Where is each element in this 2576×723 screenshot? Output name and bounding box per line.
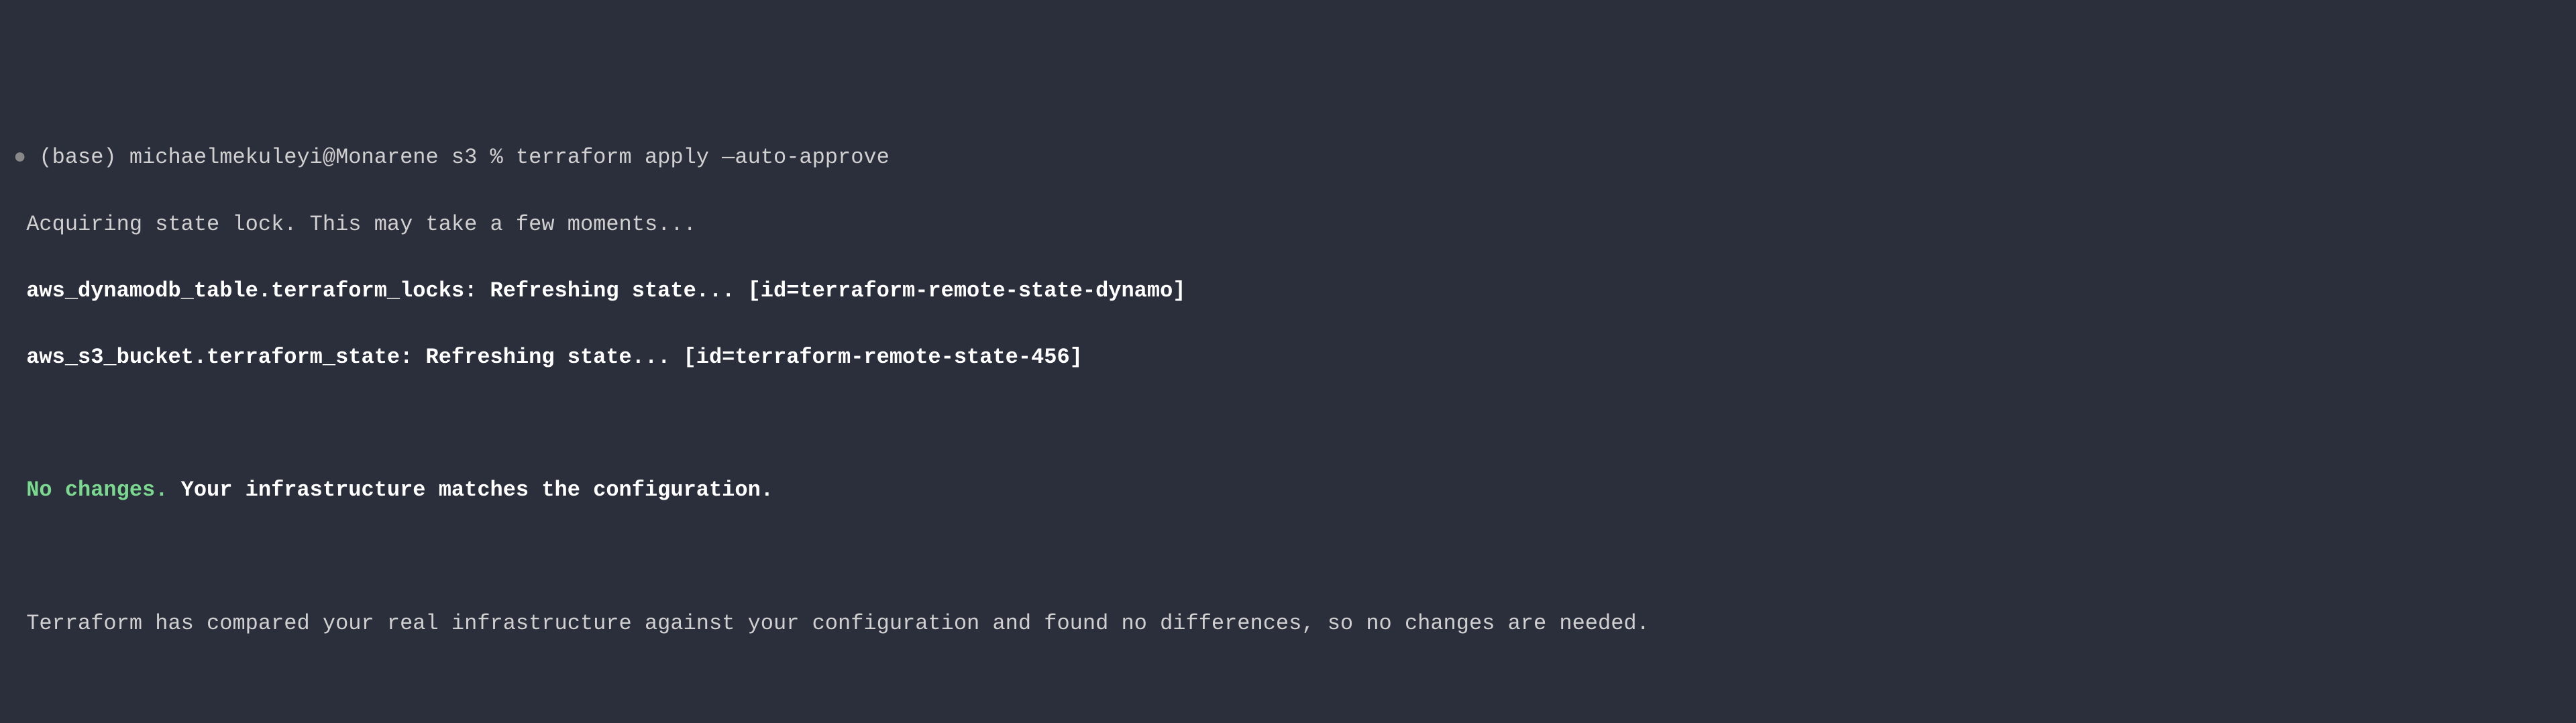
terminal-prompt-line: ● (base) michaelmekuleyi@Monarene s3 % t… — [13, 141, 2563, 174]
output-blank-line-2 — [13, 541, 2563, 574]
output-dynamodb-refresh: aws_dynamodb_table.terraform_locks: Refr… — [13, 274, 2563, 308]
output-acquiring-lock: Acquiring state lock. This may take a fe… — [13, 208, 2563, 241]
no-changes-label: No changes. — [13, 478, 168, 502]
output-no-changes: No changes. Your infrastructure matches … — [13, 474, 2563, 507]
output-blank-line-1 — [13, 407, 2563, 441]
prompt-bullet-icon: ● — [13, 145, 26, 170]
prompt-prefix: (base) michaelmekuleyi@Monarene s3 % — [39, 145, 502, 170]
command-text: terraform apply —auto-approve — [516, 145, 890, 170]
output-s3bucket-refresh: aws_s3_bucket.terraform_state: Refreshin… — [13, 341, 2563, 374]
no-changes-rest: Your infrastructure matches the configur… — [168, 478, 773, 502]
output-compared: Terraform has compared your real infrast… — [13, 607, 2563, 641]
